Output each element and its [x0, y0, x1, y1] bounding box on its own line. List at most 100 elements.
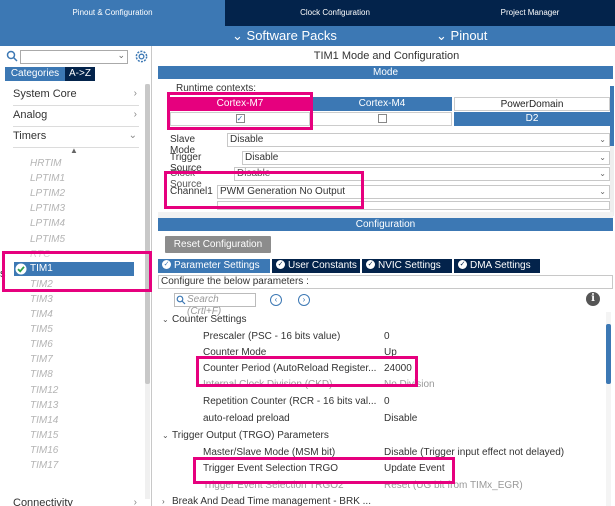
group-counter-settings[interactable]: ⌄ Counter Settings — [162, 314, 247, 325]
timer-item-lptim1[interactable]: LPTIM1 — [30, 171, 65, 186]
mode-scrollbar[interactable] — [610, 86, 614, 216]
parameter-search-input[interactable]: Search (Crtl+F) — [174, 293, 256, 317]
timer-item-tim5[interactable]: TIM5 — [30, 322, 53, 337]
param-name: Counter Period (AutoReload Register... — [203, 363, 377, 374]
timer-item-lptim2[interactable]: LPTIM2 — [30, 186, 65, 201]
timer-item-tim6[interactable]: TIM6 — [30, 337, 53, 352]
chevron-right-icon: › — [133, 88, 137, 99]
clock-source-select[interactable]: Disable ⌄ — [234, 167, 610, 181]
group-label: Counter Settings — [172, 314, 247, 325]
timer-item-tim1[interactable]: TIM1 — [14, 262, 134, 276]
category-scrollbar[interactable] — [145, 84, 150, 499]
search-icon — [176, 295, 186, 305]
timer-item-tim8[interactable]: TIM8 — [30, 367, 53, 382]
param-trigger-event-trgo[interactable]: Trigger Event Selection TRGO Update Even… — [203, 463, 603, 478]
gear-icon[interactable] — [134, 49, 149, 64]
timer-item-tim12[interactable]: TIM12 — [30, 383, 58, 398]
configuration-scrollbar[interactable] — [606, 312, 611, 506]
timer-item-hrtim[interactable]: HRTIM — [30, 156, 61, 171]
channel1-select[interactable]: PWM Generation No Output ⌄ — [217, 185, 610, 199]
timer-item-rtc[interactable]: RTC — [30, 247, 50, 262]
configuration-description: Configure the below parameters : — [158, 275, 613, 289]
category-connectivity[interactable]: Connectivity › — [13, 497, 139, 506]
trigger-source-select[interactable]: Disable ⌄ — [242, 151, 610, 165]
param-value[interactable]: Update Event — [384, 463, 445, 474]
chevron-right-icon: › — [133, 497, 137, 506]
software-packs-menu[interactable]: ⌄ Software Packs — [232, 28, 337, 44]
tab-a-to-z[interactable]: A->Z — [65, 67, 95, 81]
powerdomain-select[interactable]: D2 — [454, 112, 610, 126]
param-value[interactable]: Up — [384, 347, 397, 358]
param-prescaler[interactable]: Prescaler (PSC - 16 bits value) 0 — [203, 331, 603, 346]
tab-clock-configuration[interactable]: Clock Configuration — [225, 0, 445, 26]
category-search-input[interactable]: ⌄ — [20, 50, 128, 64]
secondary-menu-bar: ⌄ Software Packs ⌄ Pinout — [0, 26, 615, 46]
timer-item-tim16[interactable]: TIM16 — [30, 443, 58, 458]
param-value[interactable]: 0 — [384, 331, 390, 342]
param-name: Master/Slave Mode (MSM bit) — [203, 447, 336, 458]
chevron-down-icon: ⌄ — [162, 315, 169, 324]
slave-mode-select[interactable]: Disable ⌄ — [227, 133, 610, 147]
tab-nvic-settings[interactable]: ✓ NVIC Settings — [362, 259, 452, 273]
timer-item-lptim5[interactable]: LPTIM5 — [30, 232, 65, 247]
pinout-menu[interactable]: ⌄ Pinout — [436, 28, 487, 44]
param-name: Repetition Counter (RCR - 16 bits val... — [203, 396, 377, 407]
scrollbar-thumb[interactable] — [610, 86, 614, 146]
group-label: Trigger Output (TRGO) Parameters — [172, 430, 329, 441]
param-value[interactable]: Disable (Trigger input effect not delaye… — [384, 447, 564, 458]
cortex-m7-checkbox[interactable]: ✓ — [235, 113, 245, 123]
cortex-m4-checkbox[interactable] — [377, 113, 387, 123]
timer-item-tim13[interactable]: TIM13 — [30, 398, 58, 413]
timer-item-tim7[interactable]: TIM7 — [30, 352, 53, 367]
tab-pinout-configuration[interactable]: Pinout & Configuration — [0, 0, 225, 26]
param-value[interactable]: Disable — [384, 413, 417, 424]
chevron-down-icon: ⌄ — [599, 187, 606, 196]
timer-item-tim3[interactable]: TIM3 — [30, 292, 53, 307]
param-value[interactable]: Reset (UG bit from TIMx_EGR) — [384, 480, 523, 491]
tab-dma-settings[interactable]: ✓ DMA Settings — [454, 259, 540, 273]
tab-label: User Constants — [288, 260, 357, 271]
chevron-down-icon[interactable]: ⌄ — [117, 50, 125, 61]
check-circle-icon: ✓ — [366, 259, 375, 269]
software-packs-label: Software Packs — [246, 28, 337, 43]
timer-label: TIM1 — [30, 263, 53, 274]
group-trgo-parameters[interactable]: ⌄ Trigger Output (TRGO) Parameters — [162, 430, 329, 441]
channel2-select[interactable] — [217, 201, 610, 210]
param-trigger-event-trgo2[interactable]: Trigger Event Selection TRGO2 Reset (UG … — [203, 480, 603, 495]
next-match-icon[interactable]: › — [298, 294, 310, 306]
timer-item-tim4[interactable]: TIM4 — [30, 307, 53, 322]
timer-item-lptim3[interactable]: LPTIM3 — [30, 201, 65, 216]
param-repetition-counter[interactable]: Repetition Counter (RCR - 16 bits val...… — [203, 396, 603, 411]
param-counter-period[interactable]: Counter Period (AutoReload Register... 2… — [203, 363, 603, 378]
param-value[interactable]: 24000 — [384, 363, 412, 374]
sort-up-icon[interactable]: ▲ — [70, 146, 78, 155]
pinout-label: Pinout — [450, 28, 488, 43]
timer-item-tim17[interactable]: TIM17 — [30, 458, 58, 473]
tab-user-constants[interactable]: ✓ User Constants — [272, 259, 360, 273]
trigger-source-value: Disable — [245, 152, 279, 163]
timer-item-lptim4[interactable]: LPTIM4 — [30, 216, 65, 231]
param-value[interactable]: 0 — [384, 396, 390, 407]
param-counter-mode[interactable]: Counter Mode Up — [203, 347, 603, 362]
tab-parameter-settings[interactable]: ✓ Parameter Settings — [158, 259, 270, 273]
param-clock-division[interactable]: Internal Clock Division (CKD) No Divisio… — [203, 379, 603, 394]
scrollbar-thumb[interactable] — [145, 84, 150, 384]
context-cortex-m4-cell — [312, 112, 452, 126]
tab-categories[interactable]: Categories — [5, 67, 65, 81]
timer-item-tim2[interactable]: TIM2 — [30, 277, 53, 292]
category-panel: ⌄ Categories A->Z System Core › Analog ›… — [0, 46, 152, 506]
timer-item-tim14[interactable]: TIM14 — [30, 413, 58, 428]
scrollbar-thumb[interactable] — [606, 324, 611, 384]
param-master-slave-mode[interactable]: Master/Slave Mode (MSM bit) Disable (Tri… — [203, 447, 603, 462]
category-system-core[interactable]: System Core › — [13, 88, 139, 106]
category-label: Connectivity — [13, 497, 73, 506]
group-break-dead-time[interactable]: › Break And Dead Time management - BRK ..… — [162, 496, 371, 506]
timer-item-tim15[interactable]: TIM15 — [30, 428, 58, 443]
info-icon[interactable]: i — [586, 292, 600, 306]
param-value[interactable]: No Division — [384, 379, 435, 390]
category-analog[interactable]: Analog › — [13, 109, 139, 127]
param-auto-reload-preload[interactable]: auto-reload preload Disable — [203, 413, 603, 428]
reset-configuration-button[interactable]: Reset Configuration — [165, 236, 271, 253]
tab-project-manager[interactable]: Project Manager — [445, 0, 615, 26]
previous-match-icon[interactable]: ‹ — [270, 294, 282, 306]
